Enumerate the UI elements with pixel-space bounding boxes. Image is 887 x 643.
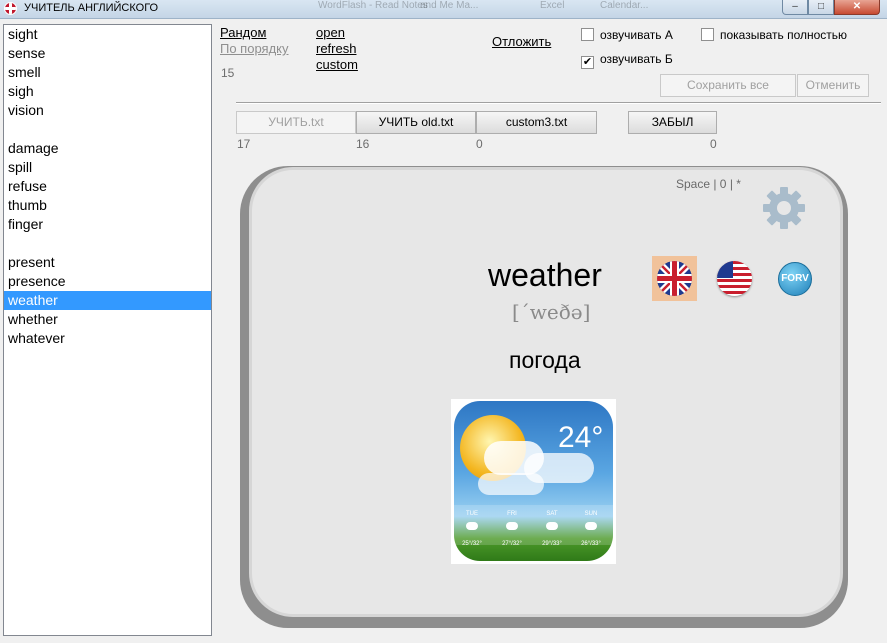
forecast-temp: 26°/33° bbox=[581, 541, 601, 547]
list-item[interactable]: damage bbox=[4, 139, 211, 158]
forecast-temp: 27°/32° bbox=[502, 541, 522, 547]
background-title-3: Excel bbox=[540, 0, 565, 11]
forecast-day: SAT bbox=[546, 511, 558, 517]
cloud-graphic bbox=[478, 473, 544, 495]
forgot-count: 0 bbox=[710, 137, 717, 151]
forgot-button[interactable]: ЗАБЫЛ bbox=[628, 111, 717, 134]
learn-txt-count: 17 bbox=[237, 137, 251, 151]
list-item[interactable]: finger bbox=[4, 215, 211, 234]
refresh-link[interactable]: refresh bbox=[316, 41, 356, 56]
voice-a-checkbox-box[interactable] bbox=[581, 28, 594, 41]
minimize-button[interactable]: – bbox=[782, 0, 808, 15]
custom3-button[interactable]: custom3.txt bbox=[476, 111, 597, 134]
forecast-day: SUN bbox=[584, 511, 598, 517]
random-link[interactable]: Рандом bbox=[220, 25, 266, 40]
weather-image: 24° TUE FRI SAT SUN 25°/32° 27°/32° 29°/… bbox=[451, 399, 616, 564]
voice-b-label: озвучивать Б bbox=[600, 52, 673, 66]
title-bar[interactable]: УЧИТЕЛЬ АНГЛИЙСКОГО WordFlash - Read Not… bbox=[0, 0, 887, 19]
maximize-icon: □ bbox=[817, 1, 825, 12]
list-item[interactable]: smell bbox=[4, 63, 211, 82]
separator bbox=[236, 102, 881, 104]
close-button[interactable]: ✕ bbox=[834, 0, 880, 15]
minimize-icon: – bbox=[792, 1, 798, 12]
window-title: УЧИТЕЛЬ АНГЛИЙСКОГО bbox=[24, 2, 159, 14]
app-icon bbox=[4, 2, 17, 15]
in-order-link[interactable]: По порядку bbox=[220, 41, 289, 56]
maximize-button[interactable]: □ bbox=[808, 0, 834, 15]
voice-a-label: озвучивать А bbox=[600, 28, 673, 42]
forecast-day: TUE bbox=[466, 511, 478, 517]
forvo-icon[interactable]: FORV bbox=[778, 262, 812, 296]
voice-b-checkbox-box[interactable]: ✔ bbox=[581, 56, 594, 69]
show-full-checkbox[interactable]: показывать полностью bbox=[701, 28, 847, 42]
list-item[interactable]: whether bbox=[4, 310, 211, 329]
custom3-count: 0 bbox=[476, 137, 483, 151]
partly-cloudy-icon bbox=[503, 519, 518, 530]
gear-icon[interactable] bbox=[762, 186, 806, 230]
list-item-blank[interactable] bbox=[4, 120, 211, 139]
show-full-label: показывать полностью bbox=[720, 28, 848, 42]
app-window: УЧИТЕЛЬ АНГЛИЙСКОГО WordFlash - Read Not… bbox=[0, 0, 887, 643]
word-count-label: 15 bbox=[221, 66, 235, 80]
save-all-button[interactable]: Сохранить все bbox=[660, 74, 796, 97]
list-item[interactable]: sight bbox=[4, 25, 211, 44]
list-item[interactable]: vision bbox=[4, 101, 211, 120]
list-item[interactable]: presence bbox=[4, 272, 211, 291]
list-item[interactable]: whatever bbox=[4, 329, 211, 348]
background-title-2: and Me Ma... bbox=[420, 0, 479, 11]
list-item[interactable]: weather bbox=[4, 291, 211, 310]
card-translation: погода bbox=[509, 347, 581, 373]
partly-cloudy-icon bbox=[582, 519, 597, 530]
list-item[interactable]: present bbox=[4, 253, 211, 272]
close-icon: ✕ bbox=[852, 1, 862, 12]
weather-temperature: 24° bbox=[558, 421, 604, 454]
learn-old-count: 16 bbox=[356, 137, 370, 151]
weather-app-icon: 24° TUE FRI SAT SUN 25°/32° 27°/32° 29°/… bbox=[454, 401, 613, 561]
cancel-button[interactable]: Отменить bbox=[797, 74, 869, 97]
space-info: Space | 0 | * bbox=[676, 177, 741, 191]
custom-link[interactable]: custom bbox=[316, 57, 358, 72]
partly-cloudy-icon bbox=[543, 519, 558, 530]
us-flag-icon[interactable] bbox=[717, 261, 752, 296]
uk-flag-icon[interactable] bbox=[657, 261, 692, 296]
list-item[interactable]: spill bbox=[4, 158, 211, 177]
forecast-temp: 29°/33° bbox=[542, 541, 562, 547]
card-transcription: [ˊweðə] bbox=[512, 300, 591, 324]
word-list[interactable]: sight sense smell sigh vision damage spi… bbox=[3, 24, 212, 636]
uk-flag-graphic bbox=[657, 261, 692, 296]
list-item[interactable]: sense bbox=[4, 44, 211, 63]
learn-txt-button[interactable]: УЧИТЬ.txt bbox=[236, 111, 356, 134]
list-item[interactable]: sigh bbox=[4, 82, 211, 101]
voice-a-checkbox[interactable]: озвучивать А bbox=[581, 28, 673, 42]
voice-b-checkbox[interactable]: ✔ озвучивать Б bbox=[581, 52, 673, 69]
forecast-temp: 25°/32° bbox=[462, 541, 482, 547]
partly-cloudy-icon bbox=[463, 519, 478, 530]
show-full-checkbox-box[interactable] bbox=[701, 28, 714, 41]
forecast-day: FRI bbox=[507, 511, 517, 517]
postpone-link[interactable]: Отложить bbox=[492, 34, 551, 49]
background-title-4: Calendar... bbox=[600, 0, 649, 11]
list-item[interactable]: thumb bbox=[4, 196, 211, 215]
list-item-blank[interactable] bbox=[4, 234, 211, 253]
card-word: weather bbox=[488, 257, 602, 293]
open-link[interactable]: open bbox=[316, 25, 345, 40]
list-item[interactable]: refuse bbox=[4, 177, 211, 196]
background-title-1: WordFlash - Read Notes bbox=[318, 0, 428, 11]
learn-old-button[interactable]: УЧИТЬ old.txt bbox=[356, 111, 476, 134]
